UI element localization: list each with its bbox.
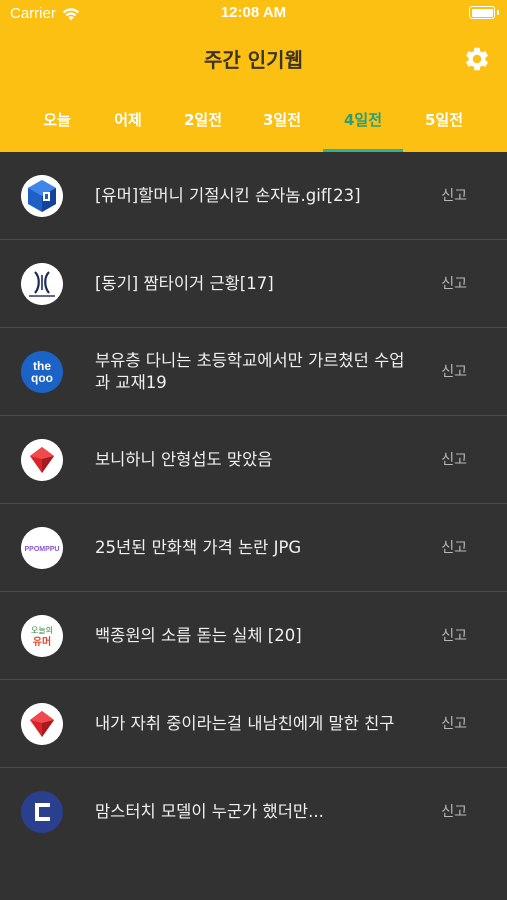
status-time: 12:08 AM [220,4,287,21]
dogdrip-logo-icon [21,263,63,305]
page-title: 주간 인기웹 [204,48,303,72]
svg-text:PPOMPPU: PPOMPPU [24,546,59,553]
svg-text:오늘의: 오늘의 [31,625,53,635]
blue-cube-logo-icon [21,175,63,217]
tab-2-days-ago[interactable]: 2일전 [161,100,245,152]
post-title: 내가 자취 중이라는걸 내남친에게 말한 친구 [95,714,395,733]
gear-icon[interactable] [463,45,491,73]
theqoo-logo-icon: the qoo [21,351,63,393]
post-title: 백종원의 소름 돋는 실체 [20] [95,626,302,645]
list-item[interactable]: 맘스터치 모델이 누군가 했더만... 신고 [0,768,507,856]
report-button[interactable]: 신고 [441,592,467,680]
todayhumor-logo-icon: 오늘의 유머 [21,615,63,657]
list-item[interactable]: [동기] 짬타이거 근황[17] 신고 [0,240,507,328]
svg-text:qoo: qoo [31,371,53,385]
post-title: 보니하니 안형섭도 맞았음 [95,450,273,469]
tab-4-days-ago[interactable]: 4일전 [321,100,405,152]
report-button[interactable]: 신고 [441,328,467,416]
report-button[interactable]: 신고 [441,240,467,328]
report-button[interactable]: 신고 [441,768,467,856]
post-title: [동기] 짬타이거 근황[17] [95,274,274,293]
list-item[interactable]: 오늘의 유머 백종원의 소름 돋는 실체 [20] 신고 [0,592,507,680]
day-tabs: 오늘 어제 2일전 3일전 4일전 5일전 [0,100,507,152]
svg-text:유머: 유머 [33,635,51,648]
red-gem-logo-icon [21,439,63,481]
list-item[interactable]: 내가 자취 중이라는걸 내남친에게 말한 친구 신고 [0,680,507,768]
post-list: [유머]할머니 기절시킨 손자놈.gif[23] 신고 [동기] 짬타이거 근황… [0,152,507,856]
report-button[interactable]: 신고 [441,152,467,240]
clien-logo-icon [21,791,63,833]
report-button[interactable]: 신고 [441,504,467,592]
tab-yesterday[interactable]: 어제 [86,100,170,152]
list-item[interactable]: the qoo 부유층 다니는 초등학교에서만 가르쳤던 수업과 교재19 신고 [0,328,507,416]
list-item[interactable]: PPOMPPU 25년된 만화책 가격 논란 JPG 신고 [0,504,507,592]
post-title: 부유층 다니는 초등학교에서만 가르쳤던 수업과 교재19 [95,351,405,392]
status-bar: Carrier 12:08 AM [0,0,507,30]
tab-5-days-ago[interactable]: 5일전 [402,100,486,152]
post-title: 25년된 만화책 가격 논란 JPG [95,538,302,557]
list-item[interactable]: 보니하니 안형섭도 맞았음 신고 [0,416,507,504]
app-header: Carrier 12:08 AM 주간 인기웹 오늘 어제 2일전 3일전 4일… [0,0,507,152]
post-title: [유머]할머니 기절시킨 손자놈.gif[23] [95,186,361,205]
list-item[interactable]: [유머]할머니 기절시킨 손자놈.gif[23] 신고 [0,152,507,240]
ppomppu-logo-icon: PPOMPPU [21,527,63,569]
report-button[interactable]: 신고 [441,416,467,504]
report-button[interactable]: 신고 [441,680,467,768]
post-title: 맘스터치 모델이 누군가 했더만... [95,802,324,821]
red-gem-logo-icon [21,703,63,745]
tab-3-days-ago[interactable]: 3일전 [240,100,324,152]
battery-icon [469,6,499,19]
